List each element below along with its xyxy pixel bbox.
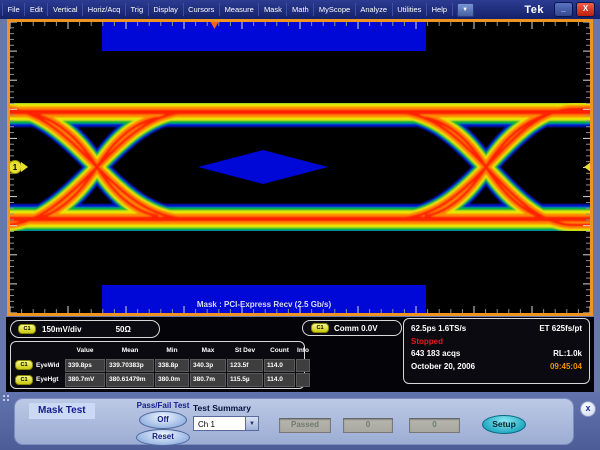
menu-edit[interactable]: Edit bbox=[25, 3, 48, 16]
panel-close-button[interactable]: x bbox=[580, 401, 596, 417]
channel1-badge: C1 bbox=[15, 360, 33, 370]
eyewid-min: 338.8p bbox=[155, 359, 189, 373]
acquisition-count: 643 183 acqs bbox=[411, 349, 460, 358]
eyewid-max: 340.3p bbox=[190, 359, 226, 373]
ch1-scale-readout: C1 150mV/div 50Ω bbox=[10, 320, 160, 338]
eyehgt-stdev: 115.5µ bbox=[227, 373, 263, 387]
eyewid-stdev: 123.5f bbox=[227, 359, 263, 373]
col-header-value: Value bbox=[65, 344, 105, 358]
eyehgt-info bbox=[296, 373, 310, 387]
close-icon: x bbox=[585, 403, 590, 413]
test-summary-label: Test Summary bbox=[193, 403, 251, 413]
chevron-down-icon: ▼ bbox=[462, 7, 468, 13]
ch1-volts-per-div: 150mV/div bbox=[42, 325, 82, 334]
eyehgt-mean: 380.61479m bbox=[106, 373, 154, 387]
menu-cursors[interactable]: Cursors bbox=[184, 3, 220, 16]
menu-myscope[interactable]: MyScope bbox=[314, 3, 355, 16]
panel-title: Mask Test bbox=[29, 403, 95, 419]
mask-test-panel: Mask Test Pass/Fail Test Off Reset Test … bbox=[14, 398, 574, 445]
svg-text:1: 1 bbox=[13, 163, 18, 172]
test-result-field: Passed bbox=[279, 418, 331, 433]
menu-math[interactable]: Math bbox=[287, 3, 314, 16]
channel1-badge: C1 bbox=[18, 324, 36, 334]
mask-region-top bbox=[102, 21, 426, 51]
eyehgt-value: 380.7mV bbox=[65, 373, 105, 387]
menu-overflow-button[interactable]: ▼ bbox=[457, 3, 474, 17]
mask-name-label: Mask : PCI-Express Recv (2.5 Gb/s) bbox=[197, 300, 332, 309]
channel1-badge: C1 bbox=[311, 323, 329, 333]
menu-utilities[interactable]: Utilities bbox=[393, 3, 427, 16]
table-row-label: C1 EyeWid bbox=[14, 359, 64, 373]
menu-bar: File Edit Vertical Horiz/Acq Trig Displa… bbox=[0, 0, 600, 19]
eyewid-count: 114.0 bbox=[264, 359, 295, 373]
col-header-stdev: St Dev bbox=[227, 344, 263, 358]
eyewid-mean: 339.70383p bbox=[106, 359, 154, 373]
menu-display[interactable]: Display bbox=[149, 3, 184, 16]
acquisition-readout: 62.5ps 1.6TS/s ET 625fs/pt Stopped 643 1… bbox=[403, 318, 590, 384]
eyehgt-min: 380.0m bbox=[155, 373, 189, 387]
measurement-table: Value Mean Min Max St Dev Count Info C1 … bbox=[10, 341, 305, 389]
col-header-count: Count bbox=[264, 344, 295, 358]
table-row-label: C1 EyeHgt bbox=[14, 373, 64, 387]
col-header-min: Min bbox=[155, 344, 189, 358]
menu-help[interactable]: Help bbox=[427, 3, 453, 16]
channel1-badge: C1 bbox=[15, 375, 33, 385]
timebase-samplerate: 62.5ps 1.6TS/s bbox=[411, 324, 466, 333]
close-icon: X bbox=[583, 4, 588, 13]
col-header-max: Max bbox=[190, 344, 226, 358]
channel-select-dropdown-button[interactable]: ▼ bbox=[245, 416, 259, 431]
menu-trig[interactable]: Trig bbox=[126, 3, 149, 16]
eyewid-value: 339.8ps bbox=[65, 359, 105, 373]
ch1-impedance: 50Ω bbox=[116, 325, 131, 334]
waveform-display: Mask : PCI-Express Recv (2.5 Gb/s) 1 bbox=[7, 19, 593, 316]
time-readout: 09:45:04 bbox=[550, 362, 582, 371]
menu-horiz-acq[interactable]: Horiz/Acq bbox=[83, 3, 126, 16]
col-header-mean: Mean bbox=[106, 344, 154, 358]
menu-analyze[interactable]: Analyze bbox=[356, 3, 393, 16]
ch1-common-value: Comm 0.0V bbox=[334, 324, 378, 333]
hits-field-1: 0 bbox=[343, 418, 393, 433]
eyehgt-max: 380.7m bbox=[190, 373, 226, 387]
tek-logo: Tek bbox=[524, 4, 554, 16]
col-header-info: Info bbox=[296, 344, 310, 358]
acquisition-state: Stopped bbox=[411, 337, 443, 346]
record-length: RL:1.0k bbox=[553, 349, 582, 358]
setup-button[interactable]: Setup bbox=[482, 415, 526, 434]
minimize-button[interactable]: _ bbox=[554, 2, 573, 17]
et-resolution: ET 625fs/pt bbox=[539, 324, 582, 333]
menu-measure[interactable]: Measure bbox=[220, 3, 259, 16]
passfail-reset-button[interactable]: Reset bbox=[136, 429, 190, 446]
hits-field-2: 0 bbox=[409, 418, 460, 433]
window-close-button[interactable]: X bbox=[576, 2, 595, 17]
eyewid-info bbox=[296, 359, 310, 373]
eyehgt-count: 114.0 bbox=[264, 373, 295, 387]
date-readout: October 20, 2006 bbox=[411, 362, 475, 371]
menu-file[interactable]: File bbox=[2, 3, 25, 16]
minimize-icon: _ bbox=[561, 4, 565, 13]
channel-select[interactable]: Ch 1 bbox=[193, 416, 245, 431]
mask-test-dock: Mask Test Pass/Fail Test Off Reset Test … bbox=[0, 392, 600, 450]
status-strip: C1 150mV/div 50Ω C1 Comm 0.0V 62.5ps 1.6… bbox=[6, 317, 594, 392]
passfail-off-button[interactable]: Off bbox=[139, 411, 187, 429]
chevron-down-icon: ▼ bbox=[249, 421, 255, 427]
menu-vertical[interactable]: Vertical bbox=[48, 3, 83, 16]
ch1-common-readout: C1 Comm 0.0V bbox=[302, 320, 402, 336]
menu-mask[interactable]: Mask bbox=[259, 3, 287, 16]
panel-grip-handle[interactable] bbox=[2, 394, 10, 404]
